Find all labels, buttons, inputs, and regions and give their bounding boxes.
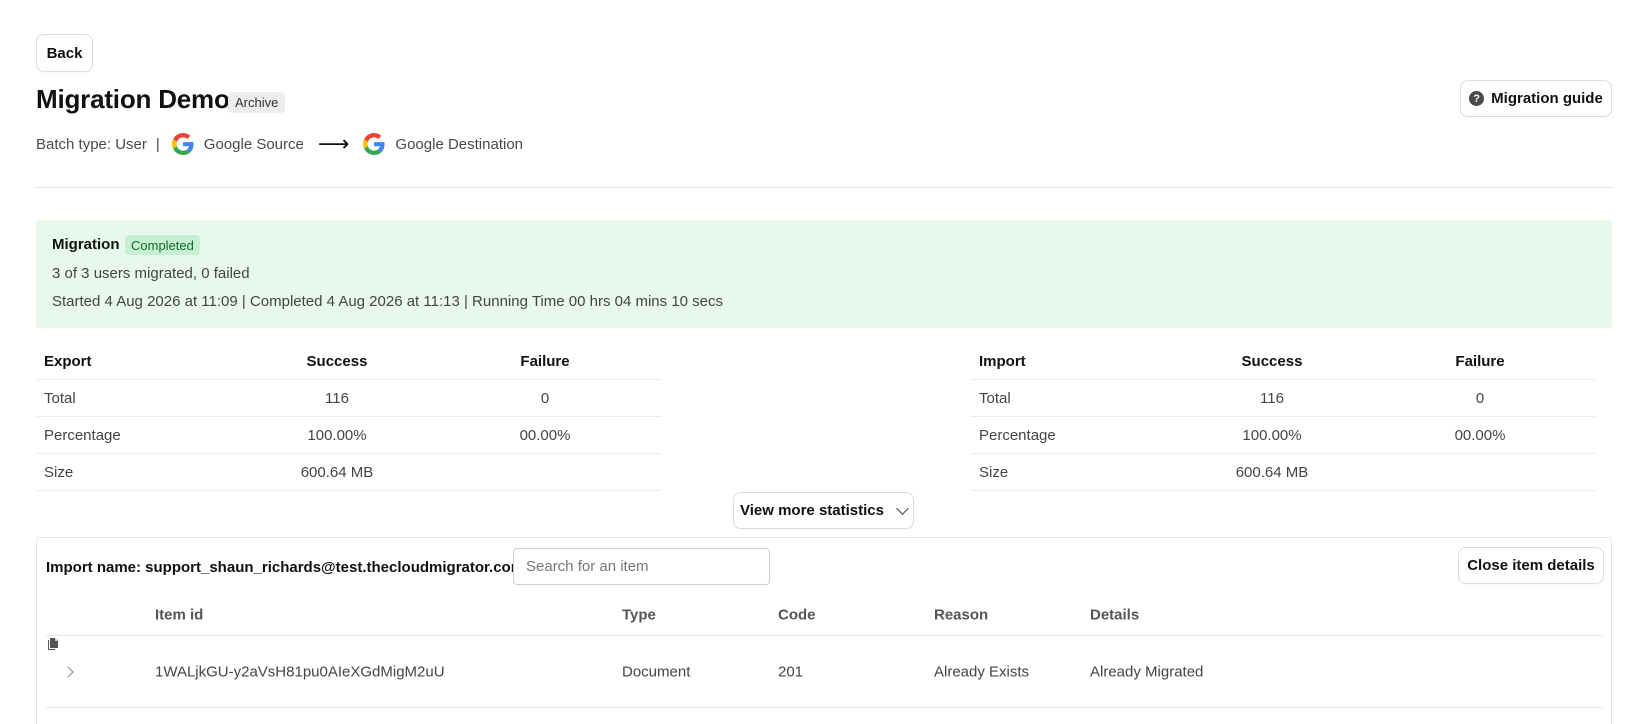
item-code: 201 <box>778 663 804 681</box>
google-destination-icon <box>363 133 385 155</box>
batch-info: Batch type: User | Google Source ⟶ Googl… <box>36 132 523 156</box>
users-summary: 3 of 3 users migrated, 0 failed <box>52 265 250 282</box>
stat-success: 600.64 MB <box>1235 463 1309 481</box>
item-details: Already Migrated <box>1090 663 1204 681</box>
archive-badge: Archive <box>228 92 286 113</box>
import-row-percentage: Percentage 100.00% 00.00% <box>971 417 1596 454</box>
import-header-label: Import <box>979 352 1026 370</box>
column-type: Type <box>622 606 656 623</box>
item-reason: Already Exists <box>934 663 1030 681</box>
export-header-failure: Failure <box>520 352 570 370</box>
export-row-percentage: Percentage 100.00% 00.00% <box>36 417 661 454</box>
status-badge: Completed <box>125 235 200 255</box>
export-stats-table: Export Success Failure Total 116 0 Perce… <box>36 343 661 491</box>
import-stats-table: Import Success Failure Total 116 0 Perce… <box>971 343 1596 491</box>
export-row-total: Total 116 0 <box>36 380 661 417</box>
destination-label: Google Destination <box>395 135 524 153</box>
stat-success: 116 <box>325 389 349 407</box>
stat-success: 100.00% <box>307 426 367 444</box>
stat-failure: 00.00% <box>519 426 571 444</box>
help-icon: ? <box>1469 91 1485 106</box>
arrow-right-icon: ⟶ <box>317 131 350 156</box>
stat-label: Size <box>44 463 74 481</box>
export-header-label: Export <box>44 352 92 370</box>
batch-separator: | <box>155 135 160 153</box>
stat-label: Total <box>44 389 76 407</box>
migration-guide-label: Migration guide <box>1491 90 1603 107</box>
column-reason: Reason <box>934 606 989 623</box>
export-row-size: Size 600.64 MB <box>36 454 661 491</box>
column-code: Code <box>778 606 816 623</box>
page-title: Migration Demo <box>36 84 230 114</box>
migration-label: Migration <box>52 236 120 253</box>
migration-guide-button[interactable]: ? Migration guide <box>1460 80 1612 117</box>
search-input[interactable] <box>513 548 770 585</box>
import-name: Import name: support_shaun_richards@test… <box>46 559 525 576</box>
timing-summary: Started 4 Aug 2026 at 11:09 | Completed … <box>52 293 724 310</box>
stat-failure: 0 <box>1475 389 1485 407</box>
migration-status-panel: Migration Completed 3 of 3 users migrate… <box>36 220 1612 328</box>
stat-success: 116 <box>1260 389 1284 407</box>
import-row-size: Size 600.64 MB <box>971 454 1596 491</box>
view-more-statistics-button[interactable]: View more statistics <box>733 492 914 529</box>
stat-failure: 00.00% <box>1454 426 1506 444</box>
view-more-label: View more statistics <box>740 502 884 519</box>
chevron-down-icon <box>896 501 909 515</box>
close-item-details-button[interactable]: Close item details <box>1458 547 1604 584</box>
stat-success: 600.64 MB <box>300 463 374 481</box>
table-row[interactable]: 1WALjkGU-y2aVsH81pu0AIeXGdMigM2uU Docume… <box>46 637 1603 708</box>
stat-label: Percentage <box>44 426 121 444</box>
document-icon <box>48 638 58 650</box>
item-details-panel: Import name: support_shaun_richards@test… <box>36 537 1612 724</box>
item-id: 1WALjkGU-y2aVsH81pu0AIeXGdMigM2uU <box>155 663 445 681</box>
import-row-total: Total 116 0 <box>971 380 1596 417</box>
column-details: Details <box>1090 606 1140 623</box>
export-stats-header: Export Success Failure <box>36 343 661 380</box>
source-label: Google Source <box>203 135 304 153</box>
stat-label: Total <box>979 389 1011 407</box>
item-type: Document <box>622 663 691 681</box>
import-header-failure: Failure <box>1455 352 1505 370</box>
batch-type: Batch type: User <box>36 135 147 153</box>
chevron-right-icon[interactable] <box>62 666 74 678</box>
stat-success: 100.00% <box>1242 426 1302 444</box>
import-stats-header: Import Success Failure <box>971 343 1596 380</box>
column-item-id: Item id <box>155 606 204 623</box>
google-source-icon <box>171 133 194 155</box>
stat-label: Size <box>979 463 1009 481</box>
header-divider <box>36 187 1612 188</box>
export-header-success: Success <box>306 352 368 370</box>
stat-failure: 0 <box>540 389 550 407</box>
back-button[interactable]: Back <box>36 34 93 72</box>
stat-label: Percentage <box>979 426 1056 444</box>
import-header-success: Success <box>1241 352 1303 370</box>
items-table-header: Item id Type Code Reason Details <box>46 594 1603 636</box>
